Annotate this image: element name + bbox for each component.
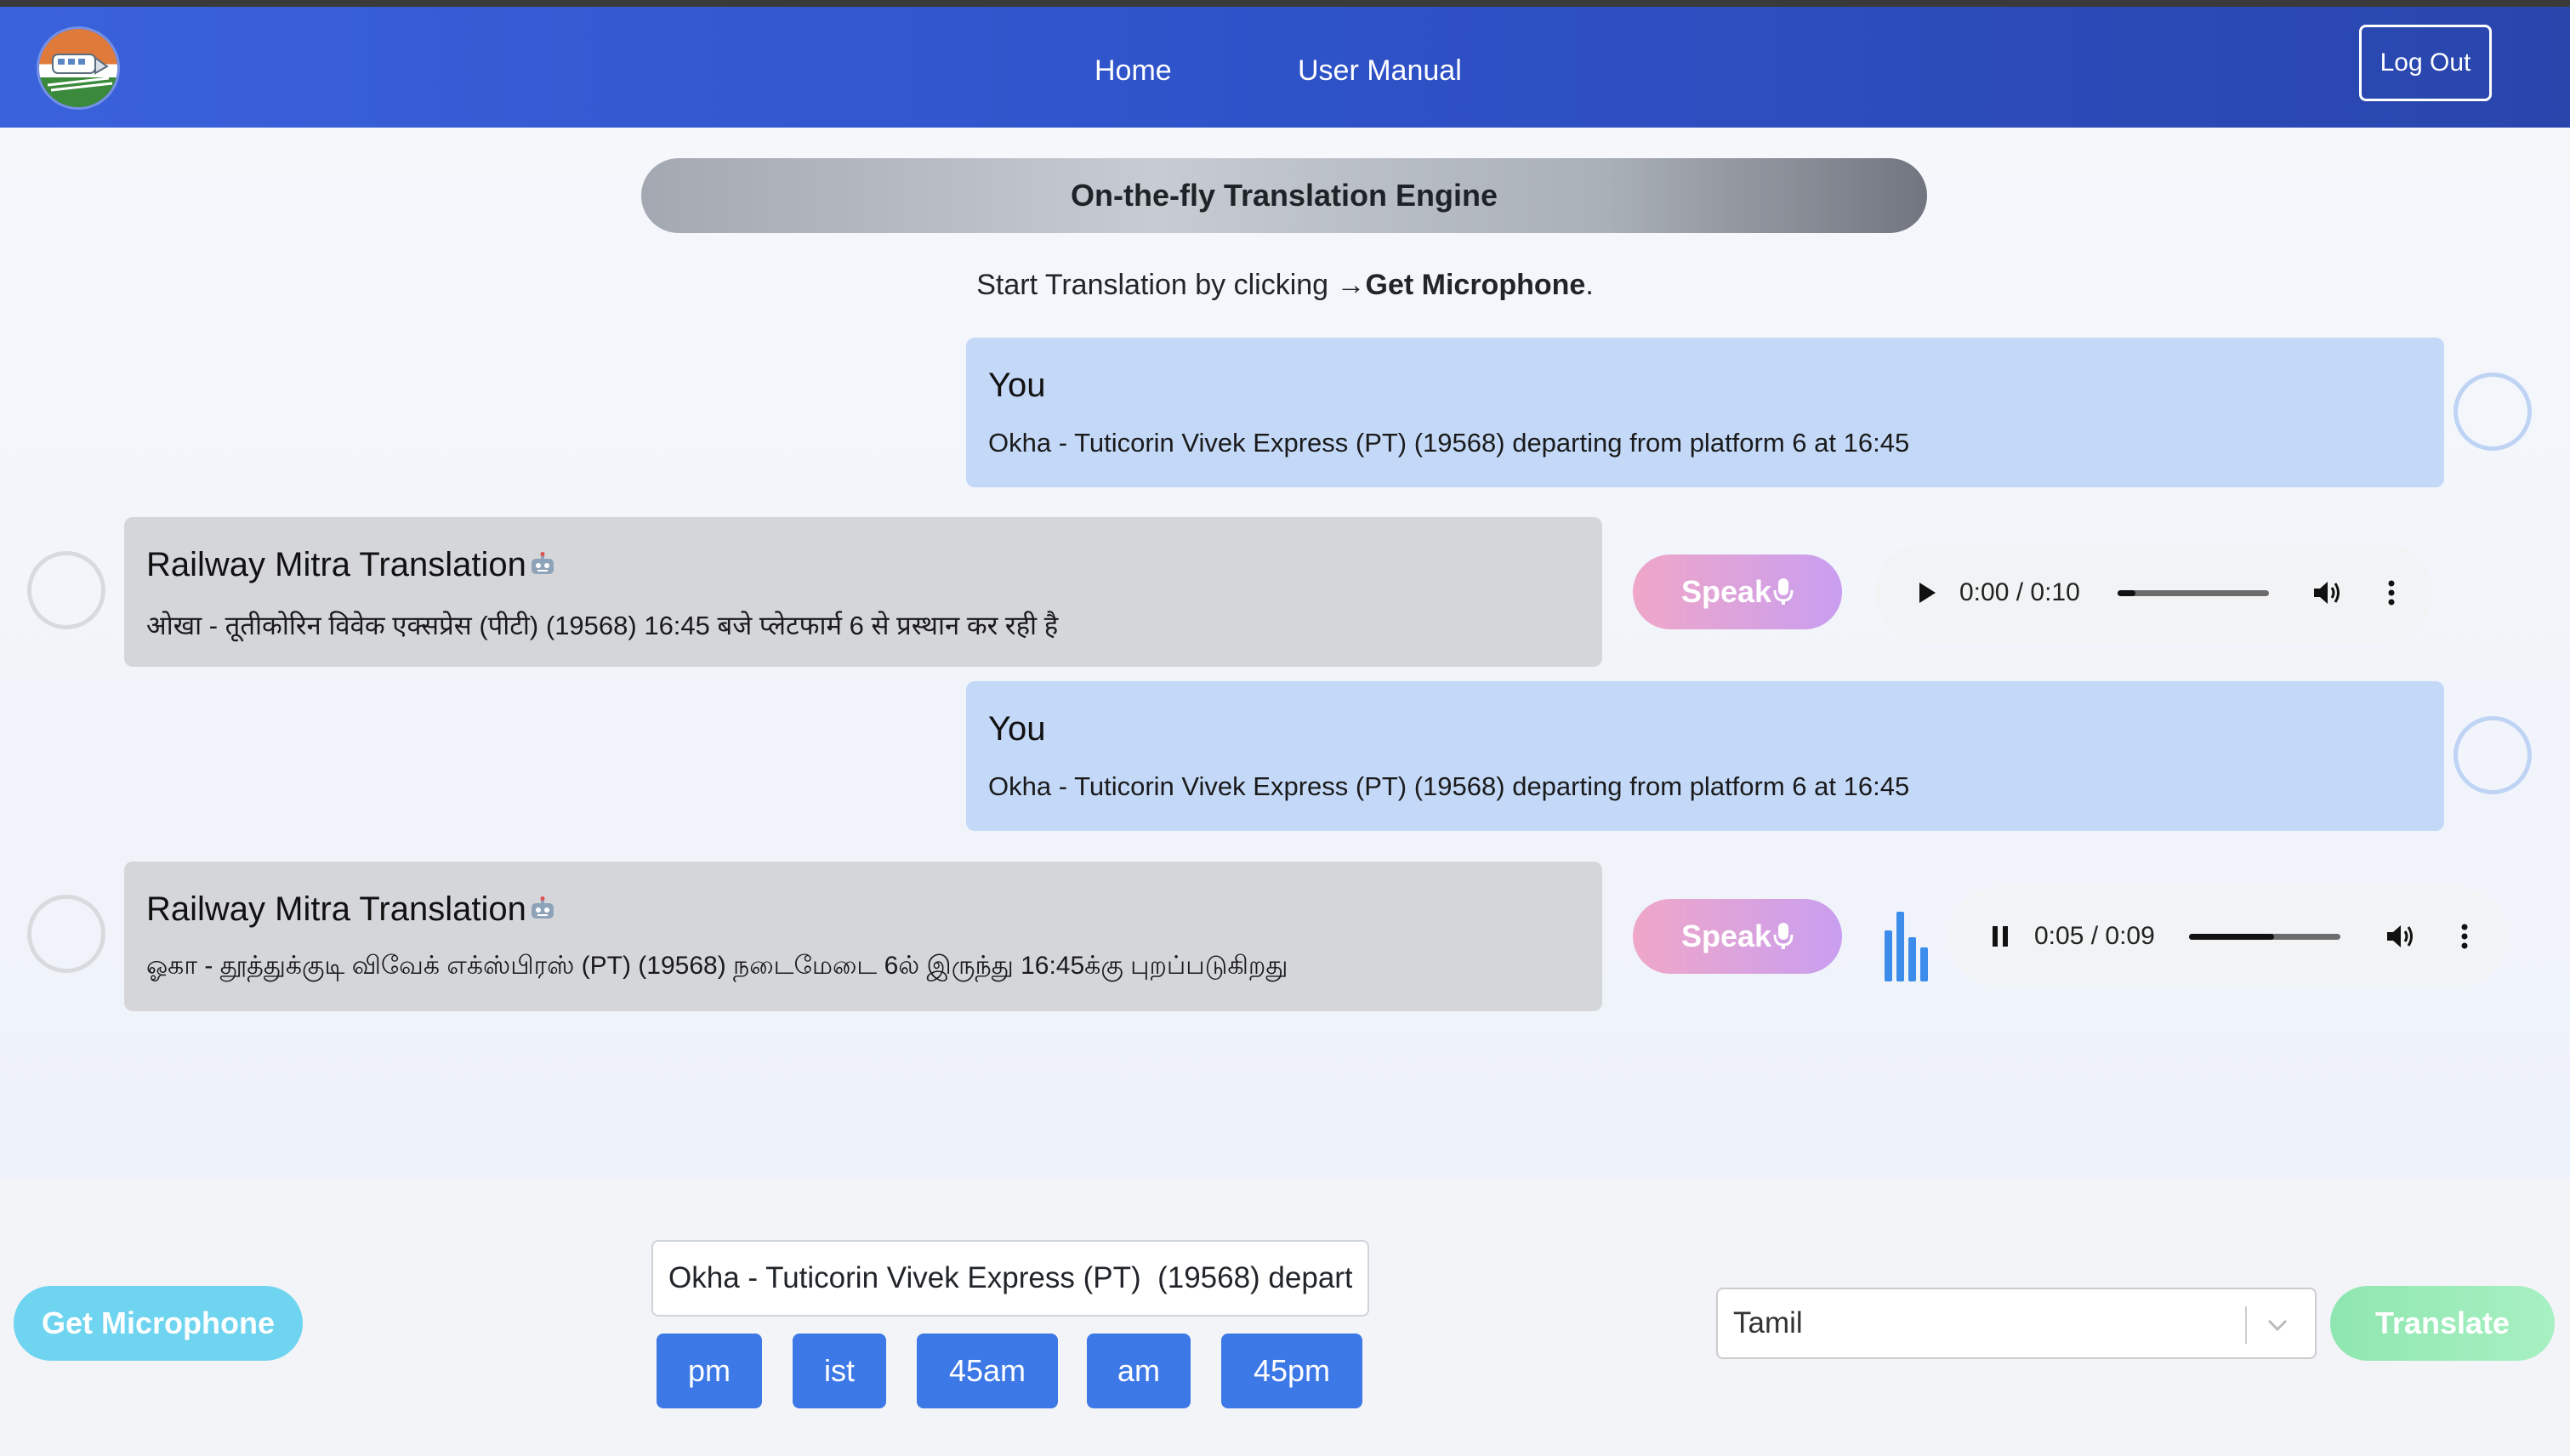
bot-message: Railway Mitra Translation ஓகா - தூத்துக்… (124, 862, 1602, 1011)
message-sender: You (988, 367, 1046, 404)
audio-progress-track[interactable] (2189, 934, 2340, 940)
bot-message: Railway Mitra Translation ओखा - तूतीकोरि… (124, 517, 1602, 667)
microphone-icon (1773, 578, 1794, 605)
audio-time: 0:00 / 0:10 (1959, 578, 2080, 606)
user-message: You Okha - Tuticorin Vivek Express (PT) … (966, 681, 2444, 831)
log-out-button[interactable]: Log Out (2359, 25, 2492, 101)
audio-progress-fill (2189, 934, 2274, 940)
pause-button[interactable] (1983, 886, 2017, 987)
translate-button[interactable]: Translate (2330, 1286, 2555, 1361)
robot-icon (531, 552, 554, 574)
user-message: You Okha - Tuticorin Vivek Express (PT) … (966, 338, 2444, 487)
message-text: ओखा - तूतीकोरिन विवेक एक्सप्रेस (पीटी) (… (146, 611, 1059, 640)
bot-avatar-icon (27, 551, 105, 629)
suggestion-chip-ist[interactable]: ist (793, 1334, 886, 1408)
nav-link-user-manual[interactable]: User Manual (1298, 41, 1462, 100)
volume-button[interactable] (2310, 543, 2347, 643)
suggestion-chip-45am[interactable]: 45am (917, 1334, 1058, 1408)
audio-time: 0:05 / 0:09 (2034, 922, 2155, 950)
hint-get-microphone: Get Microphone (1365, 269, 1586, 301)
audio-visualizer-icon (1885, 912, 1928, 981)
language-value: Tamil (1733, 1306, 1803, 1339)
chevron-down-icon[interactable] (2262, 1310, 2293, 1340)
engine-title-banner: On-the-fly Translation Engine (641, 158, 1927, 233)
speak-label: Speak (1680, 574, 1772, 609)
hint-suffix: . (1585, 269, 1594, 301)
select-separator (2245, 1306, 2247, 1344)
play-button[interactable] (1910, 543, 1944, 643)
message-sender: Railway Mitra Translation (146, 546, 557, 584)
text-input[interactable] (651, 1240, 1369, 1317)
volume-icon (2314, 582, 2340, 604)
railway-train-logo-icon[interactable] (39, 29, 117, 107)
sender-name: Railway Mitra Translation (146, 546, 526, 583)
speak-button[interactable]: Speak (1633, 899, 1842, 974)
get-microphone-button[interactable]: Get Microphone (14, 1286, 303, 1361)
message-text: Okha - Tuticorin Vivek Express (PT) (195… (988, 771, 1910, 801)
bot-avatar-icon (27, 895, 105, 973)
suggestion-chip-45pm[interactable]: 45pm (1221, 1334, 1362, 1408)
volume-button[interactable] (2383, 886, 2420, 987)
more-vertical-icon (2461, 924, 2468, 949)
user-avatar-icon (2453, 716, 2532, 794)
more-options-button[interactable] (2381, 543, 2402, 643)
message-text: Okha - Tuticorin Vivek Express (PT) (195… (988, 428, 1910, 458)
window-top-border (0, 0, 2570, 7)
language-select[interactable]: Tamil (1716, 1288, 2317, 1359)
suggestion-chip-am[interactable]: am (1087, 1334, 1191, 1408)
sender-name: Railway Mitra Translation (146, 890, 526, 928)
audio-progress-track[interactable] (2118, 590, 2269, 596)
suggestion-chip-pm[interactable]: pm (657, 1334, 762, 1408)
pause-icon (1993, 926, 2008, 947)
microphone-icon (1773, 923, 1794, 949)
user-avatar-icon (2453, 373, 2532, 451)
robot-icon (531, 896, 554, 919)
nav-link-home[interactable]: Home (1095, 41, 1172, 100)
message-text: ஓகா - தூத்துக்குடி விவேக் எக்ஸ்பிரஸ் (PT… (146, 952, 1288, 980)
speak-label: Speak (1680, 919, 1772, 953)
message-sender: You (988, 710, 1046, 748)
speak-button[interactable]: Speak (1633, 555, 1842, 629)
audio-progress-fill (2118, 590, 2136, 596)
audio-player: 0:00 / 0:10 (1876, 543, 2432, 643)
more-vertical-icon (2388, 580, 2395, 606)
start-hint: Start Translation by clicking →Get Micro… (0, 264, 2570, 306)
message-sender: Railway Mitra Translation (146, 890, 557, 929)
audio-player: 0:05 / 0:09 (1949, 886, 2507, 987)
navbar: Home User Manual Log Out (0, 7, 2570, 128)
more-options-button[interactable] (2454, 886, 2475, 987)
volume-icon (2387, 925, 2413, 947)
play-icon (1919, 583, 1936, 603)
hint-prefix: Start Translation by clicking → (976, 269, 1366, 301)
